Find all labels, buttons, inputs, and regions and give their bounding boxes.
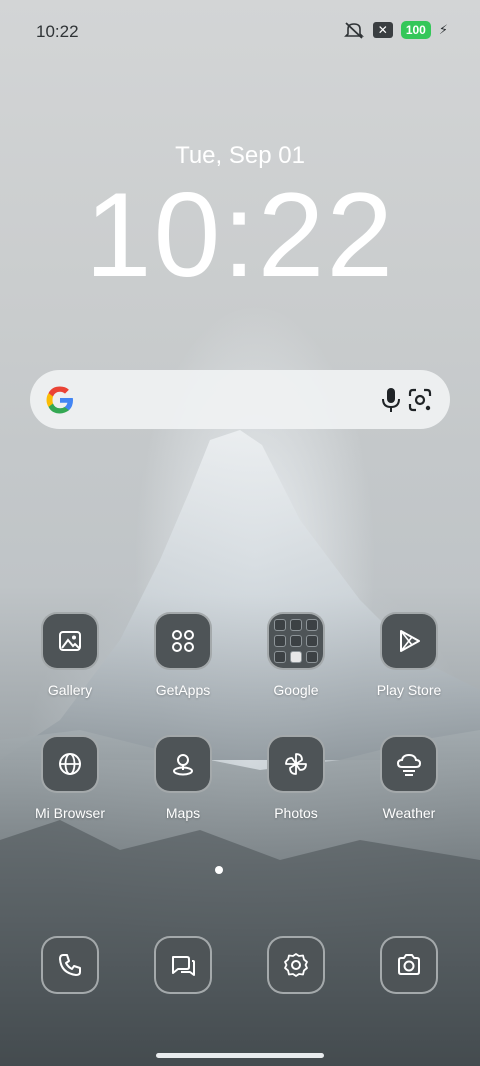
app-label: Gallery [47, 682, 93, 698]
folder-app-preview [290, 619, 302, 631]
app-label: Maps [165, 805, 201, 821]
app-maps[interactable]: Maps [128, 735, 238, 821]
phone-icon[interactable] [41, 936, 99, 994]
settings-icon[interactable] [267, 936, 325, 994]
folder-app-preview [290, 635, 302, 647]
folder-app-preview [274, 619, 286, 631]
app-label: GetApps [155, 682, 211, 698]
folder-app-previews [274, 619, 318, 663]
app-getapps[interactable]: GetApps [128, 612, 238, 698]
messages-icon[interactable] [154, 936, 212, 994]
weather-icon[interactable] [380, 735, 438, 793]
status-time: 10:22 [36, 22, 79, 41]
getapps-icon[interactable] [154, 612, 212, 670]
gallery-icon[interactable] [41, 612, 99, 670]
app-folder-google[interactable]: Google [241, 612, 351, 698]
google-logo [46, 386, 73, 414]
google-search-bar[interactable] [30, 370, 450, 429]
camera-icon[interactable] [380, 936, 438, 994]
dock-settings[interactable] [241, 936, 351, 994]
dock-phone[interactable] [15, 936, 125, 994]
microphone-icon[interactable] [378, 386, 404, 414]
maps-icon[interactable] [154, 735, 212, 793]
lock-clock[interactable]: 10:22 [0, 170, 480, 300]
app-label: Play Store [376, 682, 442, 698]
status-bar: 10:22 ✕ 100 ⚡ [0, 0, 480, 60]
app-photos[interactable]: Photos [241, 735, 351, 821]
folder-app-preview [274, 651, 286, 663]
close-box-icon: ✕ [372, 22, 393, 38]
folder-app-preview [306, 651, 318, 663]
play-store-icon[interactable] [380, 612, 438, 670]
app-label: Mi Browser [34, 805, 105, 821]
mute-icon [343, 20, 365, 40]
folder-app-preview [274, 635, 286, 647]
status-icons: ✕ 100 ⚡ [343, 20, 448, 40]
lens-icon[interactable] [406, 386, 434, 414]
app-label: Weather [382, 805, 436, 821]
folder-app-preview [306, 635, 318, 647]
app-gallery[interactable]: Gallery [15, 612, 125, 698]
battery-icon: 100 [400, 21, 431, 39]
folder-app-preview [306, 619, 318, 631]
app-label: Google [273, 682, 319, 698]
folder-icon[interactable] [267, 612, 325, 670]
folder-app-preview [290, 651, 302, 663]
photos-icon[interactable] [267, 735, 325, 793]
lock-date[interactable]: Tue, Sep 01 [0, 142, 480, 170]
app-play-store[interactable]: Play Store [354, 612, 464, 698]
dock-messages[interactable] [128, 936, 238, 994]
browser-icon[interactable] [41, 735, 99, 793]
page-indicator [215, 866, 223, 874]
charging-icon: ⚡ [438, 22, 448, 37]
gesture-navigation-bar[interactable] [156, 1053, 324, 1058]
dock-camera[interactable] [354, 936, 464, 994]
app-mi-browser[interactable]: Mi Browser [15, 735, 125, 821]
app-label: Photos [274, 805, 318, 821]
app-weather[interactable]: Weather [354, 735, 464, 821]
